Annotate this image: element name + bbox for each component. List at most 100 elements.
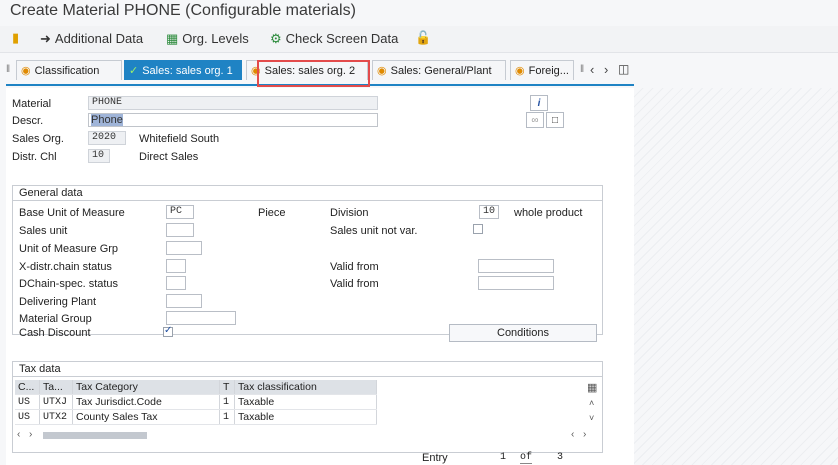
tax-category-cell: Tax Jurisdict.Code bbox=[72, 394, 220, 410]
tab-content-panel: Material PHONE Descr. Phone Sales Org. 2… bbox=[6, 88, 634, 465]
document-button[interactable]: □ bbox=[546, 112, 564, 128]
table-row[interactable]: US UTXJ Tax Jurisdict.Code 1 Taxable bbox=[15, 394, 377, 410]
country-cell: US bbox=[15, 394, 40, 410]
column-header[interactable]: C... bbox=[15, 380, 40, 395]
tab-status-icon: ◉ bbox=[515, 65, 525, 77]
tax-data-group: Tax data C... Ta... Tax Category T Tax c… bbox=[12, 361, 603, 453]
column-header[interactable]: Tax classification bbox=[234, 380, 377, 395]
valid-from-2-input[interactable] bbox=[478, 276, 554, 290]
delivering-plant-label: Delivering Plant bbox=[19, 296, 97, 308]
table-row[interactable]: US UTX2 County Sales Tax 1 Taxable bbox=[15, 409, 377, 425]
valid-from-2-label: Valid from bbox=[330, 278, 379, 290]
distr-chl-label: Distr. Chl bbox=[12, 151, 57, 163]
column-header[interactable]: T bbox=[219, 380, 235, 395]
display-button[interactable]: ∞ bbox=[526, 112, 544, 128]
entry-of-label: of bbox=[520, 452, 533, 464]
tab-label: Sales: sales org. 1 bbox=[142, 64, 233, 77]
sales-org-text: Whitefield South bbox=[139, 133, 220, 145]
sales-unit-input[interactable] bbox=[166, 223, 194, 237]
tax-category-cell: County Sales Tax bbox=[72, 409, 220, 425]
entry-total: 3 bbox=[557, 452, 564, 463]
document-icon: □ bbox=[551, 114, 559, 126]
tab-list-icon[interactable]: ◫ bbox=[618, 62, 629, 76]
tab-label: Sales: General/Plant bbox=[390, 64, 492, 77]
check-screen-data-icon: ⚙ bbox=[270, 31, 282, 46]
scroll-right-end-icon[interactable]: › bbox=[583, 429, 586, 440]
division-input[interactable]: 10 bbox=[479, 205, 499, 219]
division-label: Division bbox=[330, 207, 369, 219]
select-views-button[interactable]: ▮ bbox=[12, 31, 19, 44]
horizontal-scrollbar-thumb[interactable] bbox=[43, 432, 147, 439]
column-header[interactable]: Ta... bbox=[39, 380, 73, 395]
scroll-right-icon[interactable]: › bbox=[29, 429, 32, 440]
sales-unit-not-var-checkbox[interactable] bbox=[473, 224, 483, 234]
tab-handle-icon: ‖ bbox=[6, 64, 11, 75]
dchain-status-label: DChain-spec. status bbox=[19, 278, 119, 290]
window-title: Create Material PHONE (Configurable mate… bbox=[10, 2, 356, 19]
cash-discount-checkbox[interactable]: ✓ bbox=[163, 325, 173, 337]
base-uom-input[interactable]: PC bbox=[166, 205, 194, 219]
tab-label: Classification bbox=[34, 64, 100, 77]
general-data-title: General data bbox=[19, 187, 83, 199]
tab-status-icon: ◉ bbox=[377, 65, 387, 77]
material-group-input[interactable] bbox=[166, 311, 236, 325]
country-cell: US bbox=[15, 409, 40, 425]
tax-table: C... Ta... Tax Category T Tax classifica… bbox=[15, 380, 377, 425]
group-header bbox=[13, 362, 602, 377]
cash-discount-label: Cash Discount bbox=[19, 327, 91, 339]
toolbar: ▮ ➜ Additional Data ▦ Org. Levels ⚙ Chec… bbox=[0, 26, 838, 53]
additional-data-label: Additional Data bbox=[54, 31, 144, 46]
conditions-button[interactable]: Conditions bbox=[449, 324, 597, 342]
table-header-row: C... Ta... Tax Category T Tax classifica… bbox=[15, 380, 377, 395]
descr-input[interactable]: Phone bbox=[88, 113, 378, 127]
xdistr-status-input[interactable] bbox=[166, 259, 186, 273]
t-cell: 1 bbox=[219, 409, 235, 425]
info-icon: i bbox=[537, 97, 541, 109]
scroll-up-icon[interactable]: ˄ bbox=[589, 398, 594, 408]
material-field: PHONE bbox=[88, 96, 378, 110]
descr-label: Descr. bbox=[12, 115, 44, 127]
arrow-right-icon: ➜ bbox=[40, 31, 51, 46]
sales-unit-not-var-label: Sales unit not var. bbox=[330, 225, 418, 237]
tax-classification-cell[interactable]: Taxable bbox=[234, 409, 377, 425]
scroll-left-end-icon[interactable]: ‹ bbox=[571, 429, 574, 440]
tab-label: Foreig... bbox=[528, 64, 569, 77]
tax-type-cell: UTX2 bbox=[39, 409, 73, 425]
tax-type-cell: UTXJ bbox=[39, 394, 73, 410]
tab-classification[interactable]: ◉ Classification bbox=[16, 60, 122, 80]
info-button[interactable]: i bbox=[530, 95, 548, 111]
tab-scroll-right-icon[interactable]: › bbox=[604, 62, 608, 77]
valid-from-1-input[interactable] bbox=[478, 259, 554, 273]
table-settings-icon[interactable]: ▦ bbox=[587, 381, 597, 394]
base-uom-label: Base Unit of Measure bbox=[19, 207, 125, 219]
tax-classification-cell[interactable]: Taxable bbox=[234, 394, 377, 410]
sales-unit-label: Sales unit bbox=[19, 225, 68, 237]
uom-grp-input[interactable] bbox=[166, 241, 202, 255]
tab-sales-general-plant[interactable]: ◉ Sales: General/Plant bbox=[372, 60, 506, 80]
column-header[interactable]: Tax Category bbox=[72, 380, 220, 395]
division-text: whole product bbox=[514, 207, 583, 219]
tab-foreign-trade[interactable]: ◉ Foreig... bbox=[510, 60, 574, 80]
scroll-down-icon[interactable]: ˅ bbox=[589, 413, 594, 423]
distr-chl-text: Direct Sales bbox=[139, 151, 199, 163]
tab-status-icon: ✓ bbox=[129, 65, 139, 77]
org-levels-icon: ▦ bbox=[166, 31, 179, 46]
additional-data-button[interactable]: ➜ Additional Data bbox=[40, 31, 143, 46]
dchain-status-input[interactable] bbox=[166, 276, 186, 290]
lock-icon: 🔓 bbox=[415, 30, 432, 45]
entry-label: Entry bbox=[422, 452, 448, 464]
delivering-plant-input[interactable] bbox=[166, 294, 202, 308]
sales-org-field: 2020 bbox=[88, 131, 126, 145]
check-screen-data-button[interactable]: ⚙ Check Screen Data bbox=[270, 31, 398, 46]
material-label: Material bbox=[12, 98, 52, 110]
tab-sales-org-1[interactable]: ✓ Sales: sales org. 1 bbox=[124, 60, 242, 80]
t-cell: 1 bbox=[219, 394, 235, 410]
org-levels-label: Org. Levels bbox=[182, 31, 249, 46]
tab-scroll-left-icon[interactable]: ‹ bbox=[590, 62, 594, 77]
tab-status-icon: ◉ bbox=[21, 65, 31, 77]
org-levels-button[interactable]: ▦ Org. Levels bbox=[166, 31, 249, 46]
general-data-group: General data Base Unit of Measure PC Pie… bbox=[12, 185, 603, 342]
lock-button[interactable]: 🔓 bbox=[415, 31, 431, 44]
scroll-left-icon[interactable]: ‹ bbox=[17, 429, 20, 440]
material-group-label: Material Group bbox=[19, 313, 92, 325]
